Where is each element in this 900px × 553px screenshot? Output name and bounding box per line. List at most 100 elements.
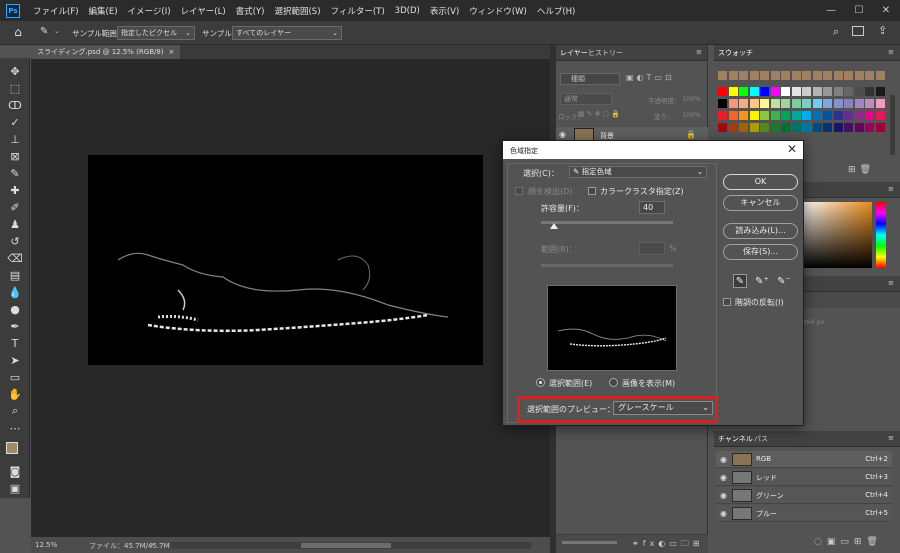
swatch[interactable]: [718, 99, 727, 108]
menu-help[interactable]: ヘルプ(H): [532, 5, 581, 17]
swatch[interactable]: [760, 111, 769, 120]
zoom-level[interactable]: 12.5%: [35, 541, 57, 549]
eyedropper-tool-preset-icon[interactable]: ✎: [40, 26, 48, 37]
swatch[interactable]: [749, 111, 759, 120]
swatch[interactable]: [739, 87, 748, 96]
history-brush-tool-icon[interactable]: ↺: [8, 234, 22, 248]
layer-filter-select[interactable]: 種類: [560, 73, 620, 85]
swatch[interactable]: [802, 99, 811, 108]
marquee-tool-icon[interactable]: ⬚: [8, 81, 22, 95]
lock-icons[interactable]: ▦✎✥▢🔒: [578, 110, 622, 118]
hand-tool-icon[interactable]: ✋: [8, 387, 22, 401]
channel-row-rgb[interactable]: ◉ RGB Ctrl+2: [716, 451, 892, 468]
swatch[interactable]: [760, 123, 769, 132]
eye-icon[interactable]: ◉: [559, 130, 566, 139]
swatch[interactable]: [833, 99, 843, 108]
swatch[interactable]: [791, 87, 801, 96]
move-tool-icon[interactable]: ✥: [8, 64, 22, 78]
swatch[interactable]: [718, 123, 727, 132]
panel-menu-icon[interactable]: ≡: [888, 434, 894, 442]
layer-filter-icons[interactable]: ▣◐T▭⊡: [626, 73, 702, 85]
swatch[interactable]: [865, 111, 874, 120]
menu-layer[interactable]: レイヤー(L): [176, 5, 231, 17]
swatch[interactable]: [739, 71, 748, 80]
sample-size-select[interactable]: 指定したピクセル ⌄: [117, 26, 195, 40]
brush-tool-icon[interactable]: ✐: [8, 200, 22, 214]
panel-menu-icon[interactable]: ≡: [696, 48, 702, 56]
swatch[interactable]: [781, 87, 790, 96]
swatch[interactable]: [770, 99, 780, 108]
swatch[interactable]: [865, 71, 874, 80]
gradient-tool-icon[interactable]: ▤: [8, 268, 22, 282]
home-icon[interactable]: ⌂: [10, 25, 26, 41]
swatch[interactable]: [728, 87, 738, 96]
minimize-button[interactable]: —: [817, 0, 845, 21]
document-tab[interactable]: スライディング.psd @ 12.5% (RGB/8) ×: [31, 45, 181, 59]
color-field[interactable]: [800, 202, 872, 268]
swatch[interactable]: [749, 87, 759, 96]
swatch[interactable]: [823, 123, 832, 132]
tab-paths[interactable]: パス: [754, 434, 768, 444]
swatch[interactable]: [781, 99, 790, 108]
type-tool-icon[interactable]: T: [8, 336, 22, 350]
swatch[interactable]: [760, 99, 769, 108]
panel-menu-icon[interactable]: ≡: [888, 48, 894, 56]
rectangle-tool-icon[interactable]: ▭: [8, 370, 22, 384]
panel-menu-icon[interactable]: ≡: [888, 185, 894, 193]
maximize-button[interactable]: ☐: [845, 0, 873, 21]
swatch[interactable]: [718, 71, 727, 80]
more-tools-icon[interactable]: ⋯: [8, 421, 22, 435]
foreground-color-swatch[interactable]: [6, 442, 18, 454]
swatch[interactable]: [823, 111, 832, 120]
frame-tool-icon[interactable]: ⊠: [8, 149, 22, 163]
swatch[interactable]: [728, 99, 738, 108]
swatch[interactable]: [812, 87, 822, 96]
swatch[interactable]: [812, 71, 822, 80]
swatch[interactable]: [854, 99, 864, 108]
dodge-tool-icon[interactable]: ●: [8, 302, 22, 316]
clone-stamp-tool-icon[interactable]: ♟: [8, 217, 22, 231]
tab-swatches[interactable]: スウォッチ: [718, 48, 753, 58]
detect-faces-checkbox[interactable]: [515, 187, 523, 195]
menu-window[interactable]: ウィンドウ(W): [464, 5, 532, 17]
dialog-close-button[interactable]: ✕: [787, 142, 797, 156]
swatch[interactable]: [844, 123, 853, 132]
fuzziness-input[interactable]: 40: [639, 201, 665, 214]
lasso-tool-icon[interactable]: ↀ: [8, 98, 22, 112]
swatch[interactable]: [770, 123, 780, 132]
eye-icon[interactable]: ◉: [720, 473, 727, 482]
fuzziness-slider-thumb[interactable]: [550, 223, 559, 229]
swatch[interactable]: [812, 99, 822, 108]
swatch[interactable]: [865, 99, 874, 108]
share-icon[interactable]: ⇪: [878, 24, 887, 37]
swatch[interactable]: [875, 87, 885, 96]
eyedropper-icon[interactable]: ✎: [733, 274, 747, 288]
swatch[interactable]: [718, 87, 727, 96]
selection-radio[interactable]: [536, 378, 545, 387]
horizontal-scrollbar[interactable]: [171, 542, 531, 549]
tab-layers[interactable]: レイヤー: [560, 48, 588, 58]
swatch[interactable]: [865, 123, 874, 132]
sample-layers-select[interactable]: すべてのレイヤー ⌄: [232, 26, 342, 40]
swatch[interactable]: [854, 111, 864, 120]
swatch[interactable]: [844, 111, 853, 120]
eyedropper-tool-icon[interactable]: ✎: [8, 166, 22, 180]
quick-select-tool-icon[interactable]: ✓: [8, 115, 22, 129]
menu-file[interactable]: ファイル(F): [28, 5, 84, 17]
swatch[interactable]: [739, 111, 748, 120]
menu-type[interactable]: 書式(Y): [231, 5, 270, 17]
swatch[interactable]: [802, 111, 811, 120]
invert-checkbox[interactable]: [723, 298, 731, 306]
localized-clusters-checkbox[interactable]: [588, 187, 596, 195]
menu-image[interactable]: イメージ(I): [123, 5, 176, 17]
cancel-button[interactable]: キャンセル: [723, 195, 798, 211]
swatch[interactable]: [781, 71, 790, 80]
ok-button[interactable]: OK: [723, 174, 798, 190]
swatch[interactable]: [875, 123, 885, 132]
range-input[interactable]: [639, 242, 665, 255]
close-window-button[interactable]: ✕: [872, 0, 900, 21]
eyedropper-plus-icon[interactable]: ✎⁺: [755, 274, 769, 288]
swatch[interactable]: [854, 123, 864, 132]
swatch-scrollbar[interactable]: [890, 95, 895, 155]
eye-icon[interactable]: ◉: [720, 509, 727, 518]
